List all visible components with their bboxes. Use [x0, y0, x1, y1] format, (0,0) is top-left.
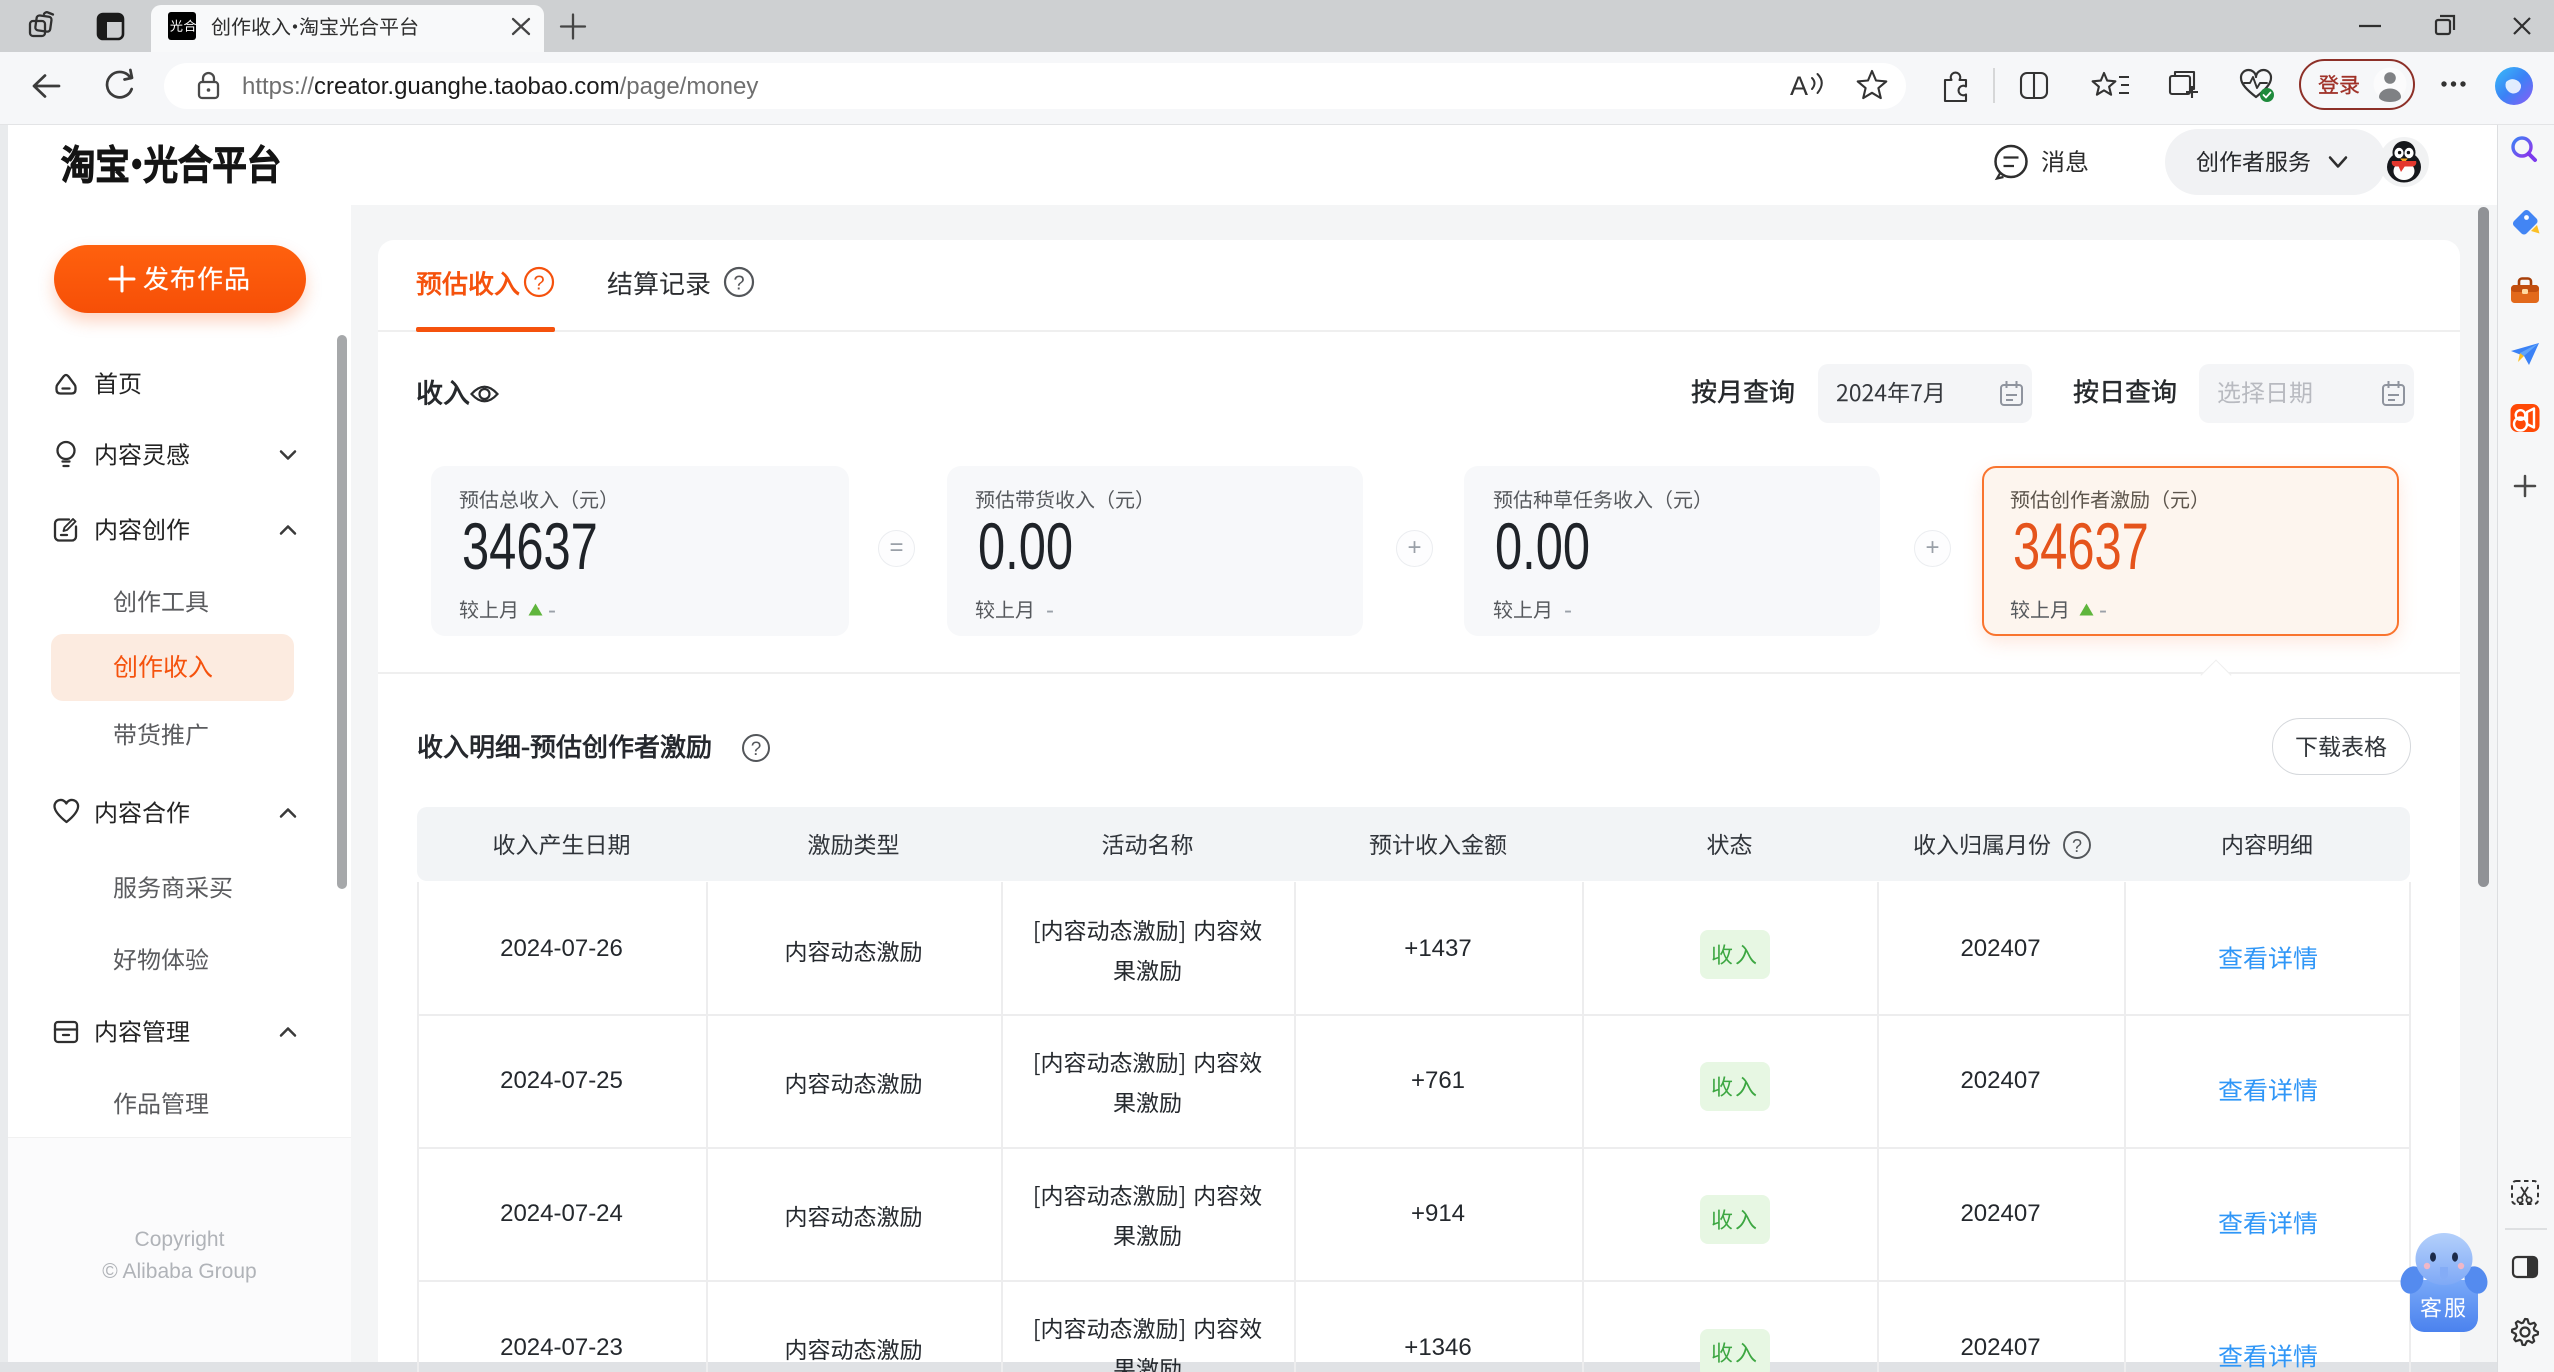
svg-text:A: A: [1790, 71, 1808, 101]
svg-text:?: ?: [2072, 836, 2082, 856]
svg-text:?: ?: [733, 273, 744, 295]
svg-text:?: ?: [533, 273, 544, 295]
svg-text:?: ?: [751, 739, 762, 760]
